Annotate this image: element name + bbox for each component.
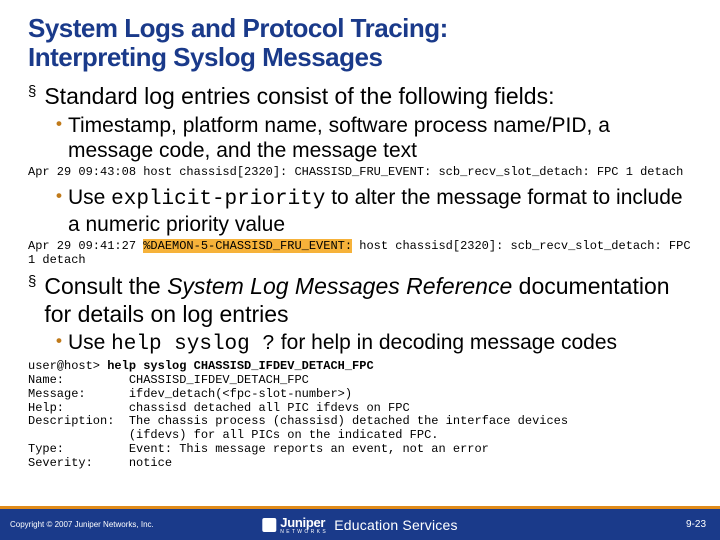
logo-subtitle: N E T W O R K S: [280, 529, 326, 535]
cli-line: Severity: notice: [28, 456, 172, 470]
log-frag: Apr 29 09:41:27: [28, 239, 143, 253]
content-area: System Logs and Protocol Tracing: Interp…: [0, 0, 720, 506]
inline-code: explicit-priority: [111, 188, 325, 211]
brand-block: Juniper N E T W O R K S Education Servic…: [262, 515, 457, 535]
cli-line: Type: Event: This message reports an eve…: [28, 442, 489, 456]
logo-icon: [262, 518, 276, 532]
sub-bullet-marker: •: [56, 113, 62, 134]
logo-text-block: Juniper N E T W O R K S: [280, 515, 326, 535]
bullet-1-2-text: Use explicit-priority to alter the messa…: [68, 185, 692, 237]
education-services-label: Education Services: [334, 517, 457, 533]
cli-line: Message: ifdev_detach(<fpc-slot-number>): [28, 387, 352, 401]
cli-line: (ifdevs) for all PICs on the indicated F…: [28, 428, 438, 442]
footer-bar: Copyright © 2007 Juniper Networks, Inc. …: [0, 506, 720, 540]
cli-line: Help: chassisd detached all PIC ifdevs o…: [28, 401, 410, 415]
bullet-1-text: Standard log entries consist of the foll…: [44, 83, 554, 111]
title-line-1: System Logs and Protocol Tracing:: [28, 13, 448, 43]
text-frag: Use: [68, 186, 111, 209]
slide: System Logs and Protocol Tracing: Interp…: [0, 0, 720, 540]
cli-line: Description: The chassis process (chassi…: [28, 414, 568, 428]
bullet-1: § Standard log entries consist of the fo…: [28, 83, 692, 111]
cli-command: help syslog CHASSISD_IFDEV_DETACH_FPC: [107, 359, 373, 373]
bullet-1-1: • Timestamp, platform name, software pro…: [56, 113, 692, 163]
sub-bullet-marker: •: [56, 330, 62, 351]
text-frag: Consult the: [44, 273, 167, 299]
cli-prompt: user@host>: [28, 359, 107, 373]
bullet-2: § Consult the System Log Messages Refere…: [28, 273, 692, 328]
title-line-2: Interpreting Syslog Messages: [28, 42, 382, 72]
logo-name: Juniper: [280, 515, 326, 530]
inline-code: help syslog ?: [111, 333, 275, 356]
page-number: 9-23: [686, 519, 706, 530]
text-frag: for help in decoding message codes: [275, 331, 617, 354]
juniper-logo: Juniper N E T W O R K S: [262, 515, 326, 535]
bullet-2-1: • Use help syslog ? for help in decoding…: [56, 330, 692, 357]
bullet-1-1-text: Timestamp, platform name, software proce…: [68, 113, 692, 163]
bullet-2-text: Consult the System Log Messages Referenc…: [44, 273, 692, 328]
log-example-1: Apr 29 09:43:08 host chassisd[2320]: CHA…: [28, 166, 692, 180]
text-frag: Use: [68, 331, 111, 354]
cli-line: Name: CHASSISD_IFDEV_DETACH_FPC: [28, 373, 309, 387]
cli-example: user@host> help syslog CHASSISD_IFDEV_DE…: [28, 360, 692, 470]
bullet-1-2: • Use explicit-priority to alter the mes…: [56, 185, 692, 237]
log-example-2: Apr 29 09:41:27 %DAEMON-5-CHASSISD_FRU_E…: [28, 240, 692, 268]
bullet-marker: §: [28, 273, 36, 292]
italic-ref: System Log Messages Reference: [167, 273, 512, 299]
copyright-text: Copyright © 2007 Juniper Networks, Inc.: [0, 520, 154, 529]
bullet-marker: §: [28, 83, 36, 102]
bullet-2-1-text: Use help syslog ? for help in decoding m…: [68, 330, 617, 357]
highlighted-code: %DAEMON-5-CHASSISD_FRU_EVENT:: [143, 239, 352, 253]
sub-bullet-marker: •: [56, 185, 62, 206]
slide-title: System Logs and Protocol Tracing: Interp…: [28, 14, 692, 71]
